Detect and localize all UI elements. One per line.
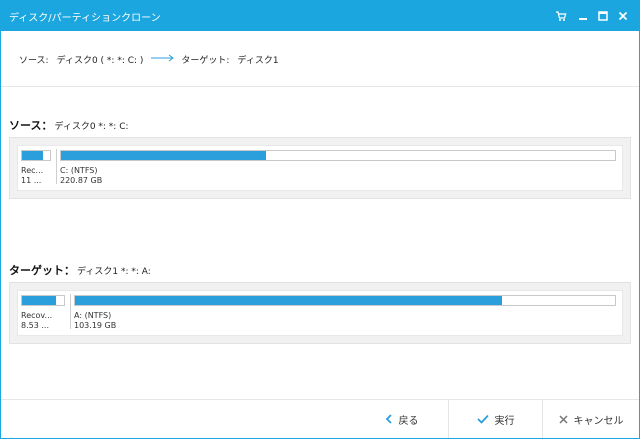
- summary-target-value: ディスク1: [237, 55, 279, 66]
- cancel-button[interactable]: キャンセル: [543, 400, 639, 438]
- target-disk-panel: Recov... 8.53 ... A: (NTFS) 103.19 GB: [9, 282, 631, 344]
- partition-size: 103.19 GB: [74, 321, 117, 330]
- target-partition-recovery[interactable]: Recov... 8.53 ...: [21, 291, 65, 335]
- partition-name: A: (NTFS): [74, 311, 112, 320]
- source-section-label: ソース： ディスク0 *: *: C:: [9, 117, 129, 133]
- partition-usage-fill: [22, 296, 56, 305]
- partition-separator: [70, 294, 71, 329]
- checkmark-icon: [476, 414, 489, 424]
- summary-source-label: ソース:: [19, 55, 49, 66]
- partition-name: Rec...: [21, 166, 44, 175]
- partition-usage-bar: [21, 295, 65, 306]
- chevron-left-icon: [385, 414, 393, 424]
- close-icon[interactable]: [615, 8, 631, 24]
- execute-button[interactable]: 実行: [449, 400, 542, 438]
- minimize-icon[interactable]: [575, 8, 591, 24]
- cart-icon[interactable]: [553, 8, 569, 24]
- partition-usage-fill: [22, 151, 43, 160]
- execute-button-label: 実行: [494, 415, 515, 427]
- partition-size: 220.87 GB: [60, 176, 103, 185]
- partition-name: Recov...: [21, 311, 53, 320]
- back-button-label: 戻る: [398, 415, 419, 427]
- target-disk-map: Recov... 8.53 ... A: (NTFS) 103.19 GB: [17, 290, 623, 336]
- source-disk-map: Rec... 11 ... C: (NTFS) 220.87 GB: [17, 145, 623, 191]
- target-disk-name: ディスク1 *: *: A:: [77, 267, 151, 277]
- back-button[interactable]: 戻る: [355, 400, 448, 438]
- window-frame: [0, 31, 640, 439]
- cancel-button-label: キャンセル: [573, 415, 624, 427]
- title-bar: ディスク/パーティションクローン: [0, 0, 640, 31]
- window-title: ディスク/パーティションクローン: [9, 13, 161, 24]
- source-disk-name: ディスク0 *: *: C:: [54, 122, 129, 132]
- partition-usage-bar: [60, 150, 616, 161]
- partition-usage-bar: [74, 295, 616, 306]
- source-partition-c[interactable]: C: (NTFS) 220.87 GB: [60, 146, 616, 190]
- target-section-label: ターゲット： ディスク1 *: *: A:: [9, 262, 151, 278]
- summary-target-label: ターゲット:: [181, 55, 230, 66]
- partition-usage-fill: [61, 151, 266, 160]
- partition-usage-bar: [21, 150, 51, 161]
- close-icon: [558, 414, 568, 424]
- partition-usage-fill: [75, 296, 502, 305]
- source-partition-recovery[interactable]: Rec... 11 ...: [21, 146, 51, 190]
- partition-size: 8.53 ...: [21, 321, 49, 330]
- partition-name: C: (NTFS): [60, 166, 98, 175]
- partition-separator: [56, 149, 57, 184]
- source-disk-panel: Rec... 11 ... C: (NTFS) 220.87 GB: [9, 137, 631, 199]
- summary-source-value: ディスク0 ( *: *: C: ): [56, 55, 144, 66]
- target-heading: ターゲット：: [9, 264, 75, 277]
- arrow-right-icon: [151, 54, 175, 65]
- source-heading: ソース：: [9, 119, 53, 132]
- maximize-icon[interactable]: [595, 8, 611, 24]
- partition-size: 11 ...: [21, 176, 42, 185]
- target-partition-a[interactable]: A: (NTFS) 103.19 GB: [74, 291, 616, 335]
- divider: [1, 86, 639, 87]
- clone-summary: ソース: ディスク0 ( *: *: C: ) ターゲット: ディスク1: [19, 52, 279, 66]
